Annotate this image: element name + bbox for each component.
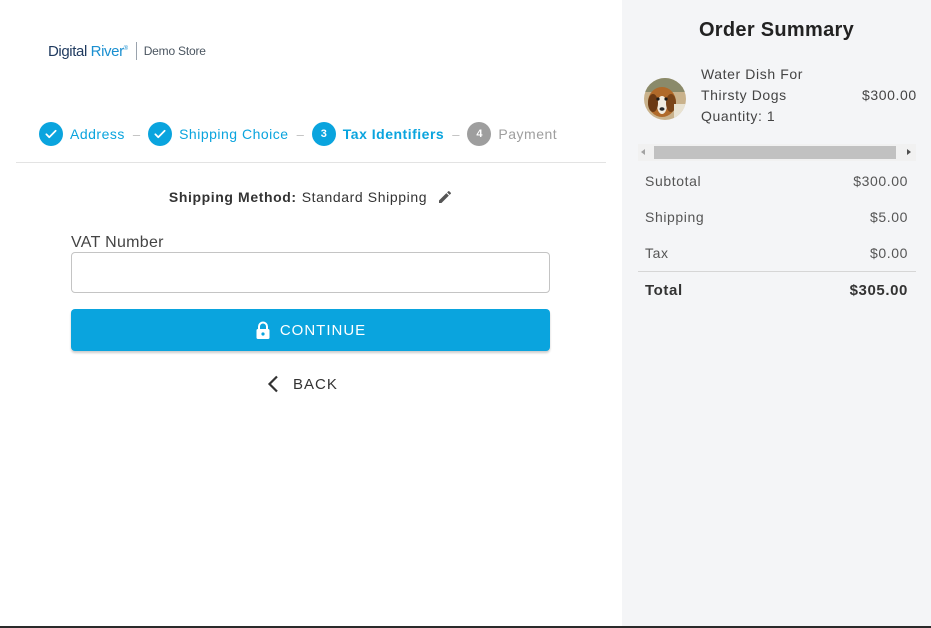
shipping-method-summary: Shipping Method: Standard Shipping bbox=[0, 189, 622, 205]
logo-part-digital: Digital bbox=[48, 42, 87, 60]
continue-button[interactable]: CONTINUE bbox=[71, 309, 550, 351]
product-thumbnail bbox=[644, 78, 686, 120]
step-number-3: 3 bbox=[311, 122, 336, 146]
step-address[interactable]: Address bbox=[39, 122, 125, 146]
tax-row: Tax $0.00 bbox=[645, 245, 908, 261]
back-button[interactable]: BACK bbox=[267, 375, 338, 393]
horizontal-scrollbar[interactable] bbox=[638, 144, 916, 161]
stepper-divider bbox=[16, 162, 606, 163]
back-button-label: BACK bbox=[293, 375, 338, 393]
total-label: Total bbox=[645, 282, 683, 299]
shipping-method-value: Standard Shipping bbox=[301, 189, 428, 205]
logo-part-river: River bbox=[86, 42, 124, 60]
step-label-shipping-choice: Shipping Choice bbox=[179, 126, 289, 142]
pencil-icon[interactable] bbox=[437, 189, 453, 205]
store-logo[interactable]: Digital River® Demo Store bbox=[48, 42, 206, 60]
check-icon bbox=[39, 122, 63, 146]
checkout-stepper: Address – Shipping Choice – 3 Tax Identi… bbox=[39, 122, 557, 146]
subtotal-label: Subtotal bbox=[645, 173, 702, 189]
scrollbar-thumb[interactable] bbox=[654, 146, 896, 159]
step-label-address: Address bbox=[70, 126, 125, 142]
product-quantity: Quantity: 1 bbox=[701, 108, 776, 124]
subtotal-value: $300.00 bbox=[853, 173, 908, 189]
step-label-payment: Payment bbox=[498, 126, 558, 142]
shipping-row: Shipping $5.00 bbox=[645, 209, 908, 225]
check-icon bbox=[148, 122, 173, 146]
vat-number-label: VAT Number bbox=[71, 234, 164, 251]
step-label-tax-identifiers: Tax Identifiers bbox=[342, 126, 445, 142]
shipping-method-label: Shipping Method: bbox=[168, 189, 297, 205]
scroll-right-arrow-icon[interactable] bbox=[907, 149, 911, 155]
shipping-value: $5.00 bbox=[869, 209, 908, 225]
step-number-4: 4 bbox=[467, 122, 492, 146]
tax-value: $0.00 bbox=[869, 245, 908, 261]
lock-icon bbox=[255, 321, 271, 339]
step-shipping-choice[interactable]: Shipping Choice bbox=[148, 122, 288, 146]
subtotal-row: Subtotal $300.00 bbox=[645, 173, 908, 189]
summary-divider bbox=[638, 271, 916, 272]
scroll-left-arrow-icon[interactable] bbox=[641, 149, 645, 155]
product-name-line2: Thirsty Dogs bbox=[701, 87, 787, 103]
step-separator: – bbox=[296, 126, 304, 142]
brand-logo-text: Digital River® bbox=[48, 43, 128, 60]
product-price: $300.00 bbox=[862, 87, 917, 103]
total-row: Total $305.00 bbox=[645, 282, 908, 299]
logo-divider bbox=[135, 42, 137, 60]
order-summary-title: Order Summary bbox=[698, 19, 855, 41]
product-name-line1: Water Dish For bbox=[701, 66, 804, 82]
vat-number-input[interactable] bbox=[71, 252, 550, 293]
chevron-left-icon bbox=[267, 375, 279, 393]
step-separator: – bbox=[132, 126, 141, 142]
step-tax-identifiers[interactable]: 3 Tax Identifiers bbox=[311, 122, 445, 146]
step-separator: – bbox=[452, 126, 460, 142]
total-value: $305.00 bbox=[849, 282, 908, 299]
step-payment: 4 Payment bbox=[467, 122, 557, 146]
continue-button-label: CONTINUE bbox=[279, 321, 367, 339]
store-name: Demo Store bbox=[143, 44, 206, 58]
shipping-label: Shipping bbox=[645, 209, 705, 225]
tax-label: Tax bbox=[645, 245, 669, 261]
logo-registered-mark: ® bbox=[123, 45, 128, 52]
